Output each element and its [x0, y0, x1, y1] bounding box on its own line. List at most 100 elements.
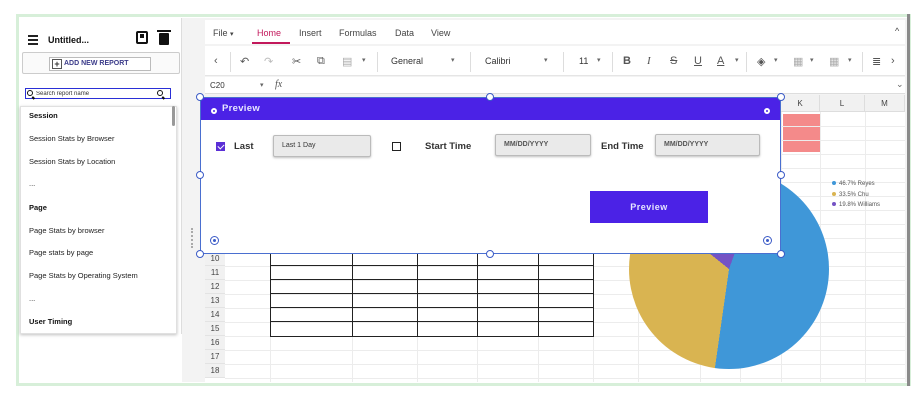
underline-icon[interactable]: U: [694, 55, 702, 67]
italic-icon[interactable]: I: [647, 55, 651, 67]
list-item[interactable]: Session Stats by Location: [29, 157, 115, 166]
resize-handle[interactable]: [486, 93, 494, 101]
resize-handle[interactable]: [486, 250, 494, 258]
search-submit-icon[interactable]: [157, 90, 163, 96]
dialog-handle-icon[interactable]: [763, 236, 772, 245]
font-name-select[interactable]: Calibri: [485, 56, 511, 66]
align-icon[interactable]: ≣: [872, 55, 881, 68]
start-time-label: Start Time: [425, 141, 472, 152]
legend-swatch: [832, 192, 836, 196]
end-time-field[interactable]: MM/DD/YYYY: [655, 134, 760, 156]
legend-item: 19.8% Williams: [832, 202, 880, 208]
preview-dialog: Preview Last Last 1 Day Start Time MM/DD…: [200, 97, 781, 254]
window-scrollbar[interactable]: [907, 14, 910, 386]
dialog-handle-icon[interactable]: [210, 236, 219, 245]
dialog-handle-icon[interactable]: [763, 107, 771, 115]
chevron-down-icon[interactable]: ▾: [544, 56, 548, 64]
search-box: [25, 88, 171, 99]
list-item[interactable]: ...: [29, 294, 35, 303]
chevron-left-icon[interactable]: ‹: [214, 55, 218, 67]
row-header[interactable]: 17: [205, 350, 225, 364]
row-header[interactable]: 18: [205, 364, 225, 378]
cut-icon[interactable]: ✂: [292, 55, 301, 68]
active-tab-underline: [252, 42, 290, 44]
column-header[interactable]: L: [820, 95, 865, 112]
resize-handle[interactable]: [196, 250, 204, 258]
list-item[interactable]: User Timing: [29, 317, 72, 326]
search-input[interactable]: [36, 89, 146, 98]
borders-icon[interactable]: ▦: [793, 55, 803, 68]
add-new-report-button[interactable]: + ADD NEW REPORT: [49, 57, 151, 71]
column-header[interactable]: M: [865, 95, 905, 112]
list-item[interactable]: Session: [29, 111, 58, 120]
resize-handle[interactable]: [777, 250, 785, 258]
resize-handle[interactable]: [191, 228, 195, 248]
resize-handle[interactable]: [777, 93, 785, 101]
tab-view[interactable]: View: [431, 28, 450, 38]
list-item[interactable]: Page: [29, 203, 47, 212]
font-size-select[interactable]: 11: [579, 56, 588, 66]
row-header[interactable]: 16: [205, 336, 225, 350]
row-header[interactable]: 12: [205, 280, 225, 294]
copy-icon[interactable]: ⧉: [317, 55, 325, 68]
trash-icon[interactable]: [157, 30, 171, 45]
resize-handle[interactable]: [777, 171, 785, 179]
search-icon: [27, 90, 33, 96]
row-header[interactable]: 14: [205, 308, 225, 322]
highlighted-cell[interactable]: [783, 114, 820, 152]
tab-formulas[interactable]: Formulas: [339, 28, 377, 38]
chevron-down-icon[interactable]: ▾: [597, 56, 601, 64]
preview-button[interactable]: Preview: [590, 191, 708, 223]
menu-icon[interactable]: [28, 35, 38, 45]
font-color-icon[interactable]: A: [717, 55, 724, 67]
tab-data[interactable]: Data: [395, 28, 414, 38]
fx-icon: fx: [275, 79, 283, 90]
date-range-checkbox[interactable]: [392, 142, 401, 151]
last-range-field[interactable]: Last 1 Day: [273, 135, 371, 157]
list-item[interactable]: Page stats by page: [29, 248, 93, 257]
undo-icon[interactable]: ↶: [240, 55, 249, 68]
resize-handle[interactable]: [196, 171, 204, 179]
start-time-field[interactable]: MM/DD/YYYY: [495, 134, 591, 156]
list-item[interactable]: ...: [29, 179, 35, 188]
grid-row-line: [225, 350, 905, 351]
row-header[interactable]: 10: [205, 252, 225, 266]
row-header[interactable]: 15: [205, 322, 225, 336]
legend-item: 46.7% Reyes: [832, 181, 875, 187]
expand-formula-icon[interactable]: ⌄: [896, 79, 904, 90]
menu-bar: File ▾ Home Insert Formulas Data View ^: [205, 20, 905, 44]
tab-insert[interactable]: Insert: [299, 28, 322, 38]
list-item[interactable]: Page Stats by browser: [29, 226, 104, 235]
row-header[interactable]: 11: [205, 266, 225, 280]
fill-color-icon[interactable]: ◈: [757, 55, 765, 68]
menu-file[interactable]: File ▾: [213, 28, 234, 38]
formula-bar: [205, 77, 905, 94]
paste-icon[interactable]: ▤: [342, 55, 352, 68]
legend-item: 33.5% Chu: [832, 192, 869, 198]
row-header[interactable]: 13: [205, 294, 225, 308]
strikethrough-icon[interactable]: S: [670, 55, 677, 67]
cell-reference[interactable]: C20: [210, 81, 225, 90]
report-title[interactable]: Untitled...: [48, 35, 89, 45]
list-item[interactable]: Page Stats by Operating System: [29, 271, 138, 280]
column-header[interactable]: K: [781, 95, 820, 112]
dialog-handle-icon[interactable]: [210, 107, 218, 115]
save-icon[interactable]: [136, 31, 148, 44]
redo-icon[interactable]: ↷: [264, 55, 273, 68]
last-checkbox[interactable]: [216, 142, 225, 151]
number-format-select[interactable]: General: [391, 56, 423, 66]
dialog-title: Preview: [222, 103, 261, 114]
chevron-right-icon[interactable]: ›: [891, 55, 895, 67]
resize-handle[interactable]: [196, 93, 204, 101]
list-scrollbar[interactable]: [172, 106, 175, 126]
add-new-report-label: ADD NEW REPORT: [64, 60, 129, 67]
bold-icon[interactable]: B: [623, 55, 631, 67]
collapse-ribbon-icon[interactable]: ^: [895, 26, 899, 36]
plus-icon: +: [52, 59, 62, 69]
merge-cells-icon[interactable]: ▦: [829, 55, 839, 68]
last-label: Last: [234, 141, 254, 152]
list-item[interactable]: Session Stats by Browser: [29, 134, 114, 143]
chevron-down-icon[interactable]: ▾: [451, 56, 455, 64]
tab-home[interactable]: Home: [257, 28, 281, 38]
grid-column-line: [865, 112, 866, 382]
